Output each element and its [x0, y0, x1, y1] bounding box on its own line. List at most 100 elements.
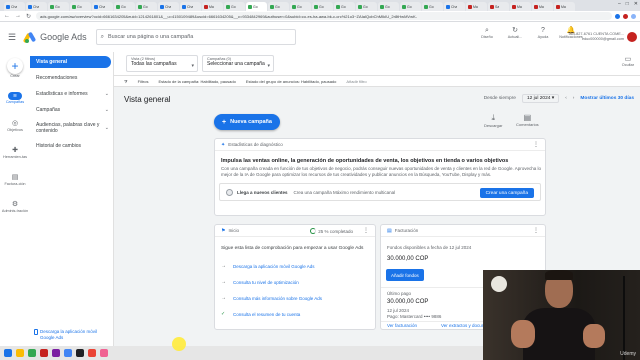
extension-icon[interactable]: [615, 13, 620, 19]
app-icon[interactable]: [28, 349, 36, 357]
forward-icon[interactable]: →: [15, 13, 21, 19]
app-icon[interactable]: [52, 349, 60, 357]
header-action-button[interactable]: ⌕ Diseño: [476, 27, 498, 39]
menu-icon[interactable]: ☰: [8, 32, 16, 43]
view-dropdown[interactable]: Vista (2 filtros) Todas las campañas ▾: [126, 55, 198, 72]
campaign-dropdown[interactable]: Campañas (0) Seleccionar una campaña ▾: [202, 55, 274, 72]
prev-period-icon[interactable]: ‹: [565, 96, 567, 101]
browser-tab[interactable]: Sa: [488, 2, 509, 11]
view-billing-link[interactable]: Ver facturación: [387, 323, 417, 328]
sidenav-item[interactable]: Audiencias, palabras clave y contenido ⌄: [30, 120, 113, 136]
browser-tab[interactable]: Go: [224, 2, 245, 11]
browser-tab[interactable]: Ma: [532, 2, 553, 11]
sidenav-item[interactable]: Vista general: [30, 56, 111, 68]
download-app-link[interactable]: Descarga la aplicación móvil Google Ads: [34, 329, 110, 340]
more-options-icon[interactable]: ⋮: [533, 141, 539, 148]
browser-tab[interactable]: Go: [114, 2, 135, 11]
browser-tab[interactable]: Go: [268, 2, 289, 11]
browser-tab[interactable]: Cha: [4, 2, 25, 11]
checklist-step[interactable]: ✓ Consulta el resumen de tu cuenta: [221, 309, 300, 319]
extension-icon[interactable]: [623, 13, 628, 19]
checklist-step[interactable]: → Consulta tu nivel de optimización: [221, 277, 299, 287]
browser-tab[interactable]: Go: [400, 2, 421, 11]
search-icon: ⌕: [100, 33, 104, 40]
header-action-button[interactable]: ↻ Actuali...: [504, 27, 526, 39]
folder-icon[interactable]: [16, 349, 24, 357]
browser-tab[interactable]: Cha: [444, 2, 465, 11]
app-icon[interactable]: [100, 349, 108, 357]
browser-tab[interactable]: Go: [136, 2, 157, 11]
sidenav-item[interactable]: Estadísticas e informes ⌄: [30, 88, 113, 100]
browser-icon[interactable]: [64, 349, 72, 357]
rail-item[interactable]: ◎ Objetivos: [0, 119, 30, 132]
sidenav-item[interactable]: Historial de cambios: [30, 140, 113, 152]
arrow-right-icon: →: [221, 263, 226, 269]
add-filter-button[interactable]: Añadir filtro: [346, 79, 366, 84]
browser-tab[interactable]: Ma: [554, 2, 575, 11]
date-range: Desde siempre 12 jul 2024 ▾ ‹ › Mostrar …: [483, 94, 634, 103]
filter-chip[interactable]: Estado de la campaña: Habilitado, pausad…: [158, 79, 235, 84]
download-button[interactable]: ⤓ Descargar: [484, 113, 502, 128]
header-action-button[interactable]: ? Ayuda: [532, 27, 554, 39]
browser-tab[interactable]: Go: [422, 2, 443, 11]
create-button[interactable]: + Crear: [0, 58, 30, 78]
rail-item[interactable]: ✚ Herramien-tas: [0, 146, 30, 159]
browser-tab[interactable]: Cha: [26, 2, 47, 11]
rail-icon: ▤: [11, 174, 19, 181]
account-info[interactable]: 564-827-6761 CUENTA COME... educ000000@g…: [569, 32, 624, 42]
browser-tab[interactable]: Ma: [510, 2, 531, 11]
filter-chip[interactable]: Estado del grupo de anuncios: Habilitado…: [246, 79, 337, 84]
search-icon: ⌕: [485, 27, 489, 34]
browser-tab[interactable]: Go: [334, 2, 355, 11]
back-icon[interactable]: ←: [4, 13, 10, 19]
side-navigation: Vista general Recomendaciones Estadísticas…: [30, 52, 114, 360]
browser-tab[interactable]: Go: [48, 2, 69, 11]
tab-favicon-icon: [50, 4, 54, 9]
browser-tab[interactable]: Cha: [158, 2, 179, 11]
browser-tab[interactable]: Cha: [92, 2, 113, 11]
browser-tab[interactable]: Go: [378, 2, 399, 11]
rail-item[interactable]: ⚙ Adminis-tración: [0, 200, 30, 213]
minimize-icon[interactable]: –: [618, 1, 621, 7]
more-options-icon[interactable]: ⋮: [363, 227, 369, 234]
hide-panel-toggle[interactable]: ▭ Ocultar: [622, 55, 634, 67]
app-icon[interactable]: [88, 349, 96, 357]
browser-tab[interactable]: Go: [290, 2, 311, 11]
browser-tab[interactable]: Go: [246, 2, 267, 11]
app-icon[interactable]: [40, 349, 48, 357]
sidenav-item[interactable]: Campañas ⌄: [30, 104, 113, 116]
close-icon[interactable]: ✕: [634, 1, 638, 7]
next-period-icon[interactable]: ›: [573, 96, 575, 101]
comments-button[interactable]: ▤ Comentarios: [516, 113, 539, 127]
comment-icon: ▤: [523, 113, 532, 122]
more-options-icon[interactable]: ⋮: [533, 227, 539, 234]
new-campaign-button[interactable]: + Nueva campaña: [214, 114, 280, 130]
browser-tab[interactable]: Ma: [202, 2, 223, 11]
browser-tab[interactable]: Go: [70, 2, 91, 11]
browser-tab[interactable]: Ma: [466, 2, 487, 11]
sidenav-item[interactable]: Recomendaciones: [30, 72, 113, 84]
search-input[interactable]: ⌕ Buscar una página o una campaña: [95, 29, 296, 45]
rail-item[interactable]: ▤ Factura-ción: [0, 173, 30, 186]
rail-item[interactable]: ≋ Campañas: [0, 92, 30, 104]
reload-icon[interactable]: ↻: [26, 13, 31, 20]
filter-icon[interactable]: ⧩: [124, 79, 128, 84]
browser-tab[interactable]: Go: [312, 2, 333, 11]
create-campaign-button[interactable]: Crear una campaña: [479, 188, 534, 198]
help-icon: ?: [541, 27, 545, 34]
maximize-icon[interactable]: □: [626, 1, 629, 7]
url-field[interactable]: ads.google.com/aw/overview?ocid=66616342…: [36, 12, 612, 20]
browser-tab[interactable]: Go: [356, 2, 377, 11]
checklist-step[interactable]: → Descarga la aplicación móvil Google Ads: [221, 261, 315, 271]
start-icon[interactable]: [4, 349, 12, 357]
app-icon[interactable]: [76, 349, 84, 357]
date-picker[interactable]: 12 jul 2024 ▾: [521, 94, 560, 103]
avatar[interactable]: [627, 32, 637, 42]
flag-icon: ⚑: [221, 227, 226, 234]
checklist-step[interactable]: → Consulta más información sobre Google A…: [221, 293, 322, 303]
show-last-30-link[interactable]: Mostrar últimos 30 días: [580, 96, 634, 101]
panel-icon: ▭: [624, 56, 632, 63]
add-funds-button[interactable]: Añadir fondos: [386, 269, 424, 281]
browser-tab[interactable]: Cha: [180, 2, 201, 11]
profile-icon[interactable]: [631, 13, 636, 19]
